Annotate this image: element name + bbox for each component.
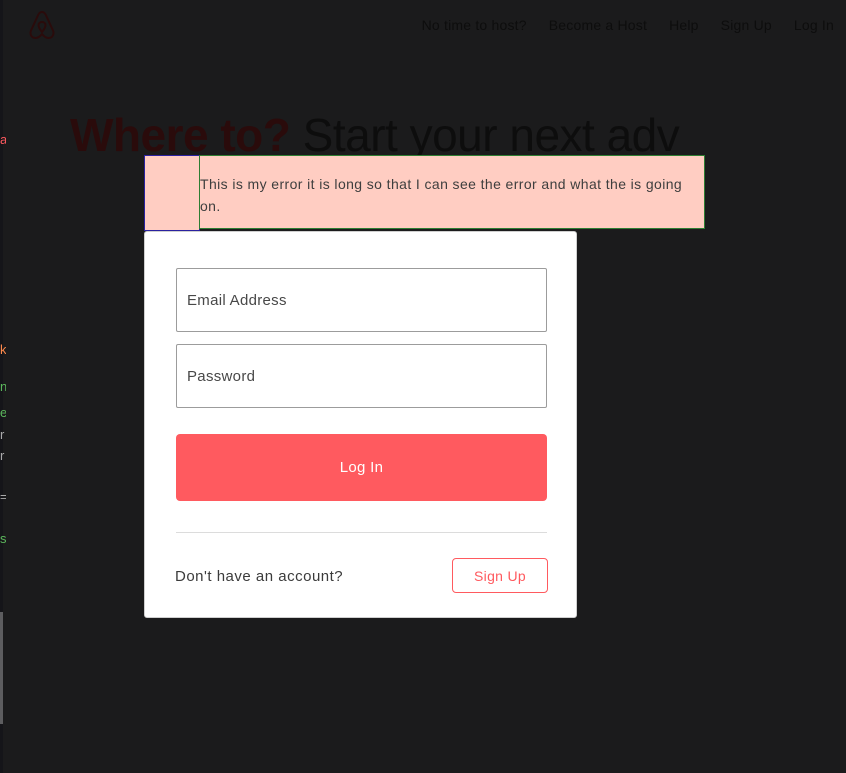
password-field-wrapper [176, 344, 547, 408]
airbnb-logo-icon[interactable] [26, 9, 58, 41]
nav-log-in[interactable]: Log In [794, 17, 834, 33]
nav-no-time-to-host[interactable]: No time to host? [422, 17, 527, 33]
hero-heading-bold: Where to? [70, 109, 291, 161]
error-banner: This is my error it is long so that I ca… [199, 155, 705, 229]
email-field-wrapper [176, 268, 547, 332]
no-account-text: Don't have an account? [175, 568, 344, 585]
login-button[interactable]: Log In [176, 434, 547, 501]
left-edge-scroll-area [0, 612, 3, 724]
edge-char: n [0, 380, 6, 394]
nav-become-a-host[interactable]: Become a Host [549, 17, 647, 33]
password-field[interactable] [177, 345, 546, 407]
divider [176, 532, 547, 533]
edge-char: s [0, 532, 6, 546]
edge-char: r [0, 428, 5, 442]
email-field[interactable] [177, 269, 546, 331]
edge-char: a [0, 133, 6, 147]
hero-heading-rest: Start your next adv [290, 109, 680, 161]
hero-heading: Where to? Start your next adv [70, 110, 710, 160]
error-icon [144, 155, 200, 231]
edge-char: r [0, 449, 5, 463]
error-message: This is my error it is long so that I ca… [200, 176, 683, 214]
login-modal: Log In Don't have an account? Sign Up [144, 231, 577, 618]
edge-char: e [0, 406, 6, 420]
edge-char: = [0, 490, 6, 504]
nav-help[interactable]: Help [669, 17, 699, 33]
edge-char: k [0, 343, 6, 357]
nav-sign-up[interactable]: Sign Up [721, 17, 772, 33]
top-nav: No time to host? Become a Host Help Sign… [422, 17, 834, 33]
signup-button[interactable]: Sign Up [452, 558, 548, 593]
